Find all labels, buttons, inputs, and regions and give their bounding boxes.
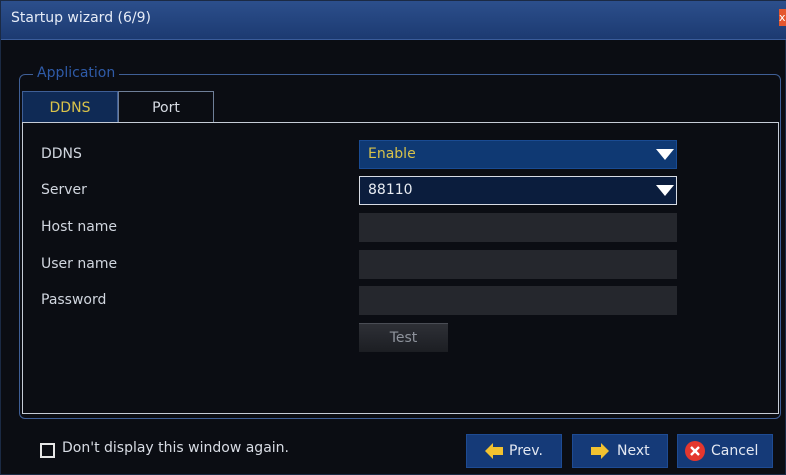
server-select-value: 88110 bbox=[368, 182, 413, 198]
title-bar: Startup wizard (6/9) x bbox=[1, 1, 786, 40]
ddns-select-value: Enable bbox=[368, 146, 416, 162]
arrow-right-icon bbox=[591, 443, 609, 459]
dropdown-arrow-icon bbox=[656, 149, 674, 160]
dont-display-label: Don't display this window again. bbox=[62, 440, 289, 456]
arrow-left-icon bbox=[485, 443, 503, 459]
dont-display-checkbox[interactable] bbox=[40, 443, 55, 458]
server-select[interactable]: 88110 bbox=[359, 176, 677, 205]
user-name-label: User name bbox=[41, 256, 118, 272]
ddns-label: DDNS bbox=[41, 146, 82, 162]
test-button[interactable]: Test bbox=[359, 323, 448, 352]
cancel-button[interactable]: Cancel bbox=[677, 434, 773, 468]
user-name-input[interactable] bbox=[359, 250, 677, 279]
close-button[interactable]: x bbox=[779, 9, 786, 26]
tab-port[interactable]: Port bbox=[118, 91, 214, 123]
dropdown-arrow-icon bbox=[656, 185, 674, 196]
group-legend: Application bbox=[33, 65, 120, 81]
tab-ddns[interactable]: DDNS bbox=[22, 91, 118, 123]
password-input[interactable] bbox=[359, 286, 677, 315]
host-name-label: Host name bbox=[41, 219, 118, 235]
ddns-select[interactable]: Enable bbox=[359, 140, 677, 169]
server-label: Server bbox=[41, 182, 87, 198]
next-button-label: Next bbox=[617, 443, 650, 459]
startup-wizard-window: Startup wizard (6/9) x Application DDNS … bbox=[0, 0, 786, 475]
host-name-input[interactable] bbox=[359, 213, 677, 242]
cancel-button-label: Cancel bbox=[711, 443, 759, 459]
prev-button[interactable]: Prev. bbox=[466, 434, 562, 468]
window-title: Startup wizard (6/9) bbox=[11, 10, 151, 26]
close-icon: x bbox=[779, 11, 786, 24]
password-label: Password bbox=[41, 292, 107, 308]
next-button[interactable]: Next bbox=[572, 434, 668, 468]
cancel-x-icon bbox=[685, 441, 705, 461]
prev-button-label: Prev. bbox=[509, 443, 543, 459]
